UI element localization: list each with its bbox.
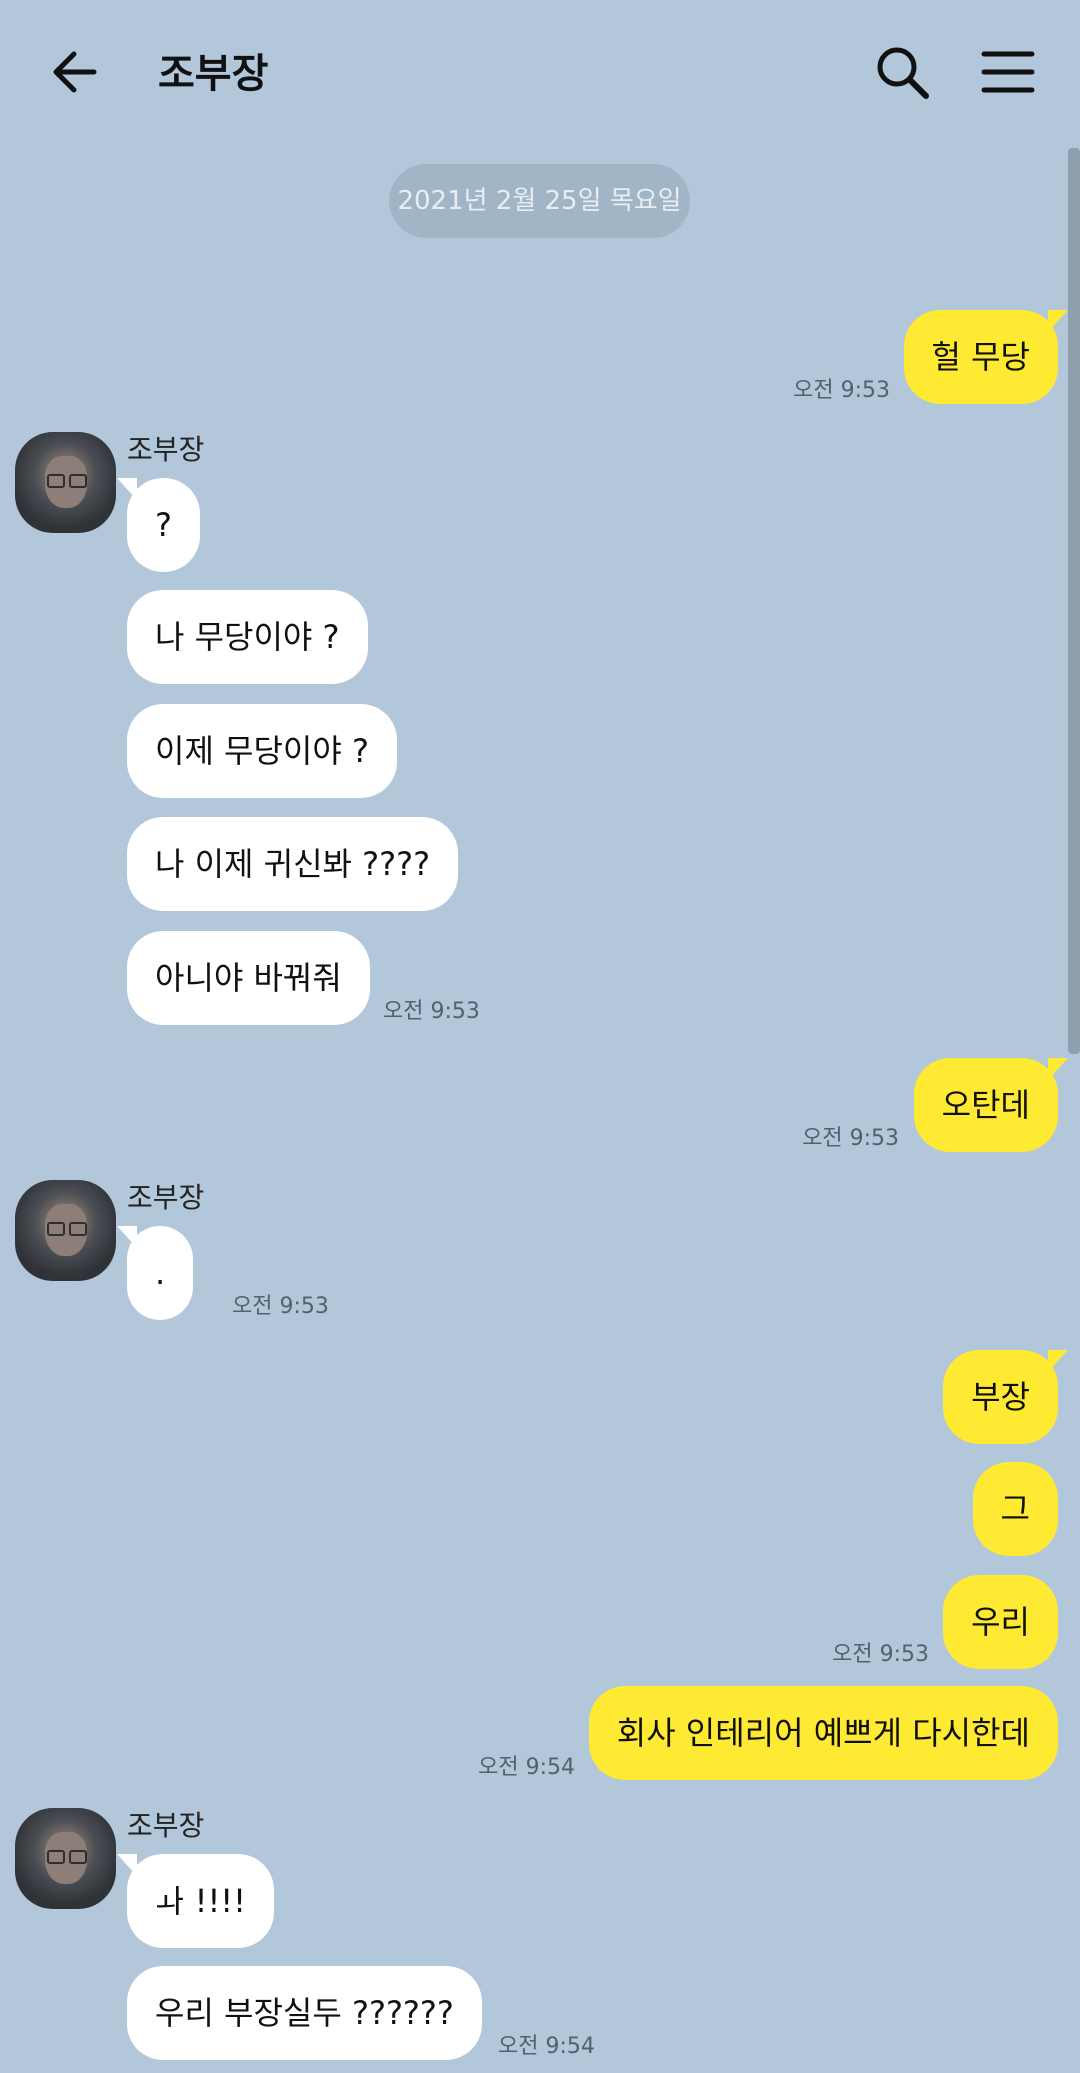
incoming-message[interactable]: ㅘ !!!! [117,1854,274,1948]
outgoing-message[interactable]: 우리 [943,1575,1058,1669]
menu-button[interactable] [976,40,1040,104]
sender-name: 조부장 [127,1181,205,1214]
scrollbar-thumb[interactable] [1068,148,1080,1054]
search-button[interactable] [870,40,934,104]
incoming-message[interactable]: 이제 무당이야 ? [127,704,397,798]
outgoing-message[interactable]: 오탄데 [913,1058,1069,1152]
chat-header: 조부장 [0,0,1080,148]
incoming-message[interactable]: 나 무당이야 ? [127,590,368,684]
message-time: 오전 9:53 [802,1126,899,1151]
message-time: 오전 9:53 [232,1294,329,1319]
incoming-message[interactable]: 아니야 바꿔줘 [127,931,370,1025]
arrow-left-icon [53,51,97,93]
message-time: 오전 9:54 [478,1755,575,1780]
message-time: 오전 9:53 [832,1642,929,1667]
outgoing-message[interactable]: 헐 무당 [903,310,1068,404]
message-time: 오전 9:54 [498,2034,595,2059]
incoming-message[interactable]: ? [117,478,200,572]
back-button[interactable] [44,40,108,104]
outgoing-message[interactable]: 회사 인테리어 예쁘게 다시한데 [588,1686,1058,1780]
hamburger-icon [981,51,1035,93]
chat-title: 조부장 [158,51,269,97]
sender-name: 조부장 [127,433,205,466]
sender-avatar[interactable] [15,1808,116,1909]
magnifier-icon [877,47,929,99]
incoming-message[interactable]: 나 이제 귀신봐 ???? [127,817,459,911]
outgoing-message[interactable]: 부장 [943,1350,1068,1444]
sender-name: 조부장 [127,1809,205,1842]
incoming-message[interactable]: 우리 부장실두 ?????? [127,1966,482,2060]
incoming-message[interactable]: . [116,1226,194,1320]
sender-avatar[interactable] [15,432,116,533]
message-time: 오전 9:53 [383,999,480,1024]
outgoing-message[interactable]: 그 [972,1462,1058,1556]
sender-avatar[interactable] [15,1180,116,1281]
date-divider: 2021년 2월 25일 목요일 [389,164,690,238]
message-time: 오전 9:53 [793,378,890,403]
